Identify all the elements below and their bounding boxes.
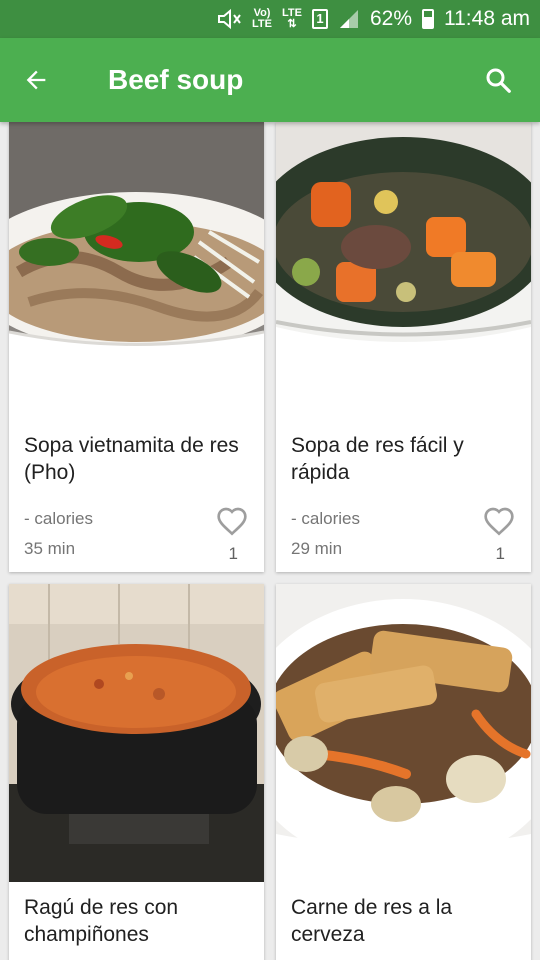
recipe-card[interactable]: Ragú de res con champiñones xyxy=(9,584,264,960)
recipe-photo xyxy=(9,122,264,420)
likes-count: 1 xyxy=(495,544,505,563)
recipe-card[interactable]: Sopa de res fácil y rápida - calories 29… xyxy=(276,122,531,572)
heart-icon[interactable] xyxy=(483,506,515,536)
recipe-time: 29 min xyxy=(291,539,343,558)
recipe-meta: - calories 29 min 1 xyxy=(276,502,531,572)
signal-icon xyxy=(338,9,360,29)
battery-percent: 62% xyxy=(369,7,412,30)
heart-icon[interactable] xyxy=(216,506,248,536)
back-button[interactable] xyxy=(0,38,72,122)
recipe-card[interactable]: Sopa vietnamita de res (Pho) - calories … xyxy=(9,122,264,572)
page-title: Beef soup xyxy=(108,64,244,95)
recipe-grid: Sopa vietnamita de res (Pho) - calories … xyxy=(0,122,540,960)
search-button[interactable] xyxy=(456,38,540,122)
status-bar: Vo) LTE LTE ⇅ 1 62% 11:48 am xyxy=(0,0,540,38)
sim-indicator: 1 xyxy=(311,9,328,29)
recipe-photo xyxy=(276,584,531,882)
recipe-title: Sopa vietnamita de res (Pho) xyxy=(24,434,239,484)
recipe-meta: - calories 35 min 1 xyxy=(9,502,264,572)
arrow-back-icon xyxy=(26,70,46,90)
recipe-calories: - calories xyxy=(291,509,360,528)
volte-icon: Vo) LTE xyxy=(252,7,272,30)
lte-icon: LTE ⇅ xyxy=(282,7,302,30)
recipe-card[interactable]: Carne de res a la cerveza xyxy=(276,584,531,960)
likes-count: 1 xyxy=(228,544,238,563)
recipe-photo xyxy=(9,584,264,882)
search-icon xyxy=(486,68,511,93)
recipe-time: 35 min xyxy=(24,539,76,558)
clock: 11:48 am xyxy=(444,7,530,30)
recipe-title: Carne de res a la cerveza xyxy=(291,896,453,946)
battery-icon xyxy=(422,9,434,29)
app-bar: Beef soup xyxy=(0,38,540,122)
recipe-title: Sopa de res fácil y rápida xyxy=(291,434,464,484)
recipe-title: Ragú de res con champiñones xyxy=(24,896,179,946)
recipe-photo xyxy=(276,122,531,420)
recipe-calories: - calories xyxy=(24,509,93,528)
mute-icon xyxy=(216,8,242,30)
